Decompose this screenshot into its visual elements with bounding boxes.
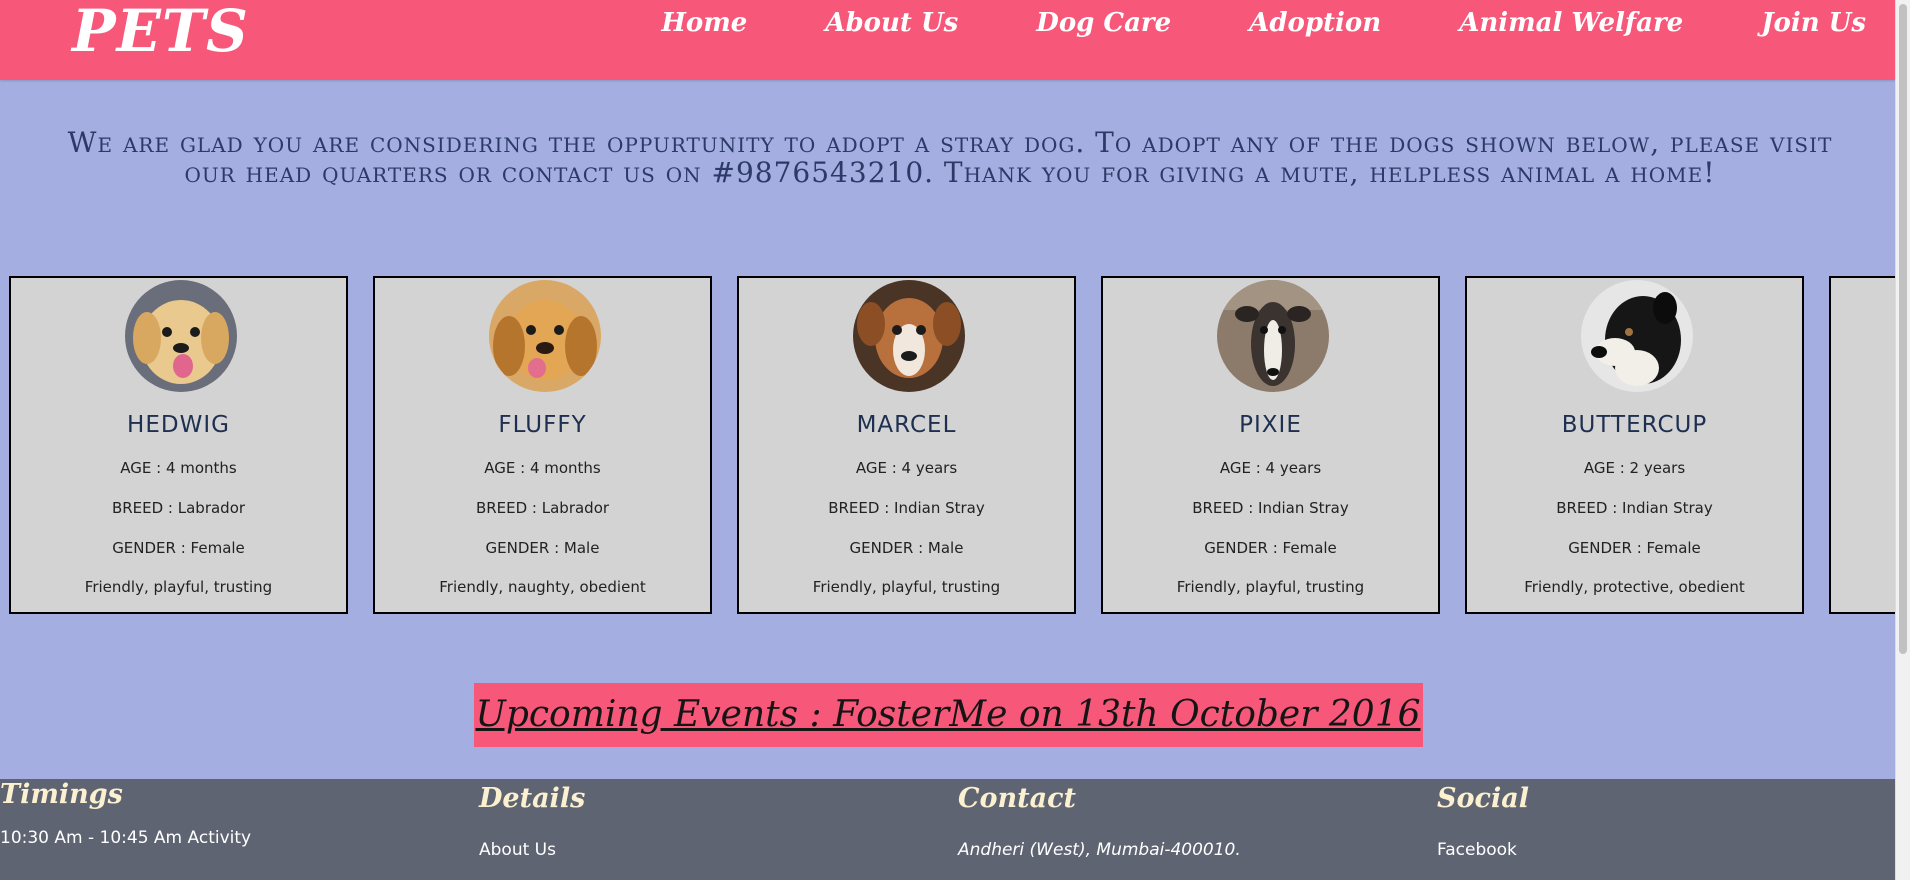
dog-breed: BREED : Labrador [475,499,610,517]
dog-breed: BREED : Indian Stray [1192,499,1349,517]
dog-card: BUTTERCUP AGE : 2 years BREED : Indian S… [1465,276,1804,614]
dog-age: AGE : 4 months [484,459,601,477]
dog-card-partial [1829,276,1896,614]
dog-gender: GENDER : Female [1568,539,1701,557]
dog-breed: BREED : Indian Stray [828,499,985,517]
top-navbar: PETS Home About Us Dog Care Adoption Ani… [0,0,1896,80]
dog-traits: Friendly, playful, trusting [1176,578,1365,596]
dog-photo [125,280,237,392]
footer-about-us-link[interactable]: About Us [479,840,585,860]
dog-name: HEDWIG [127,412,230,438]
dog-card: FLUFFY AGE : 4 months BREED : Labrador G… [373,276,712,614]
footer-timings: Timings 10:30 Am - 10:45 Am Activity [0,779,251,848]
footer: Timings 10:30 Am - 10:45 Am Activity Det… [0,779,1896,880]
dog-gender: GENDER : Female [1204,539,1337,557]
dog-breed: BREED : Indian Stray [1556,499,1713,517]
dog-gender: GENDER : Male [485,539,600,557]
dog-photo [1217,280,1329,392]
dog-card: MARCEL AGE : 4 years BREED : Indian Stra… [737,276,1076,614]
footer-contact-heading: Contact [958,783,1077,814]
dog-age: AGE : 4 years [1219,459,1322,477]
dog-name: MARCEL [856,412,957,438]
site-logo[interactable]: PETS [72,0,249,62]
dog-photo [1581,280,1693,392]
dog-age: AGE : 2 years [1583,459,1686,477]
footer-timings-item: 10:30 Am - 10:45 Am Activity [0,828,252,848]
dog-card: PIXIE AGE : 4 years BREED : Indian Stray… [1101,276,1440,614]
nav-animal-welfare[interactable]: Animal Welfare [1459,8,1683,38]
dog-age: AGE : 4 years [855,459,958,477]
footer-facebook-link[interactable]: Facebook [1437,840,1529,860]
dog-photo [489,280,601,392]
dog-gender: GENDER : Female [112,539,245,557]
dog-age: AGE : 4 months [120,459,237,477]
nav-about-us[interactable]: About Us [825,8,958,38]
dog-name: FLUFFY [498,412,587,438]
footer-timings-heading: Timings [0,779,123,810]
footer-details: Details About Us [479,779,585,860]
footer-social: Social Facebook [1437,779,1529,860]
nav-dog-care[interactable]: Dog Care [1036,8,1171,38]
footer-social-heading: Social [1437,783,1529,814]
vertical-scrollbar[interactable] [1895,0,1910,880]
dog-breed: BREED : Labrador [111,499,246,517]
dog-name: BUTTERCUP [1561,412,1708,438]
footer-address: Andheri (West), Mumbai-400010. [958,840,1241,860]
dog-name: PIXIE [1239,412,1302,438]
nav-links: Home About Us Dog Care Adoption Animal W… [583,8,1866,38]
dog-card: HEDWIG AGE : 4 months BREED : Labrador G… [9,276,348,614]
dog-traits: Friendly, playful, trusting [812,578,1001,596]
dog-traits: Friendly, naughty, obedient [439,578,646,596]
dog-photo [853,280,965,392]
footer-contact: Contact Andheri (West), Mumbai-400010. [958,779,1241,860]
dog-traits: Friendly, protective, obedient [1524,578,1745,596]
events-section: Upcoming Events : FosterMe on 13th Octob… [0,683,1896,747]
vertical-scrollbar-thumb[interactable] [1899,4,1907,654]
dog-traits: Friendly, playful, trusting [84,578,273,596]
upcoming-events-link[interactable]: Upcoming Events : FosterMe on 13th Octob… [473,683,1423,747]
nav-adoption[interactable]: Adoption [1249,8,1381,38]
dog-cards-row: HEDWIG AGE : 4 months BREED : Labrador G… [9,276,1896,618]
adoption-intro-text: We are glad you are considering the oppu… [67,126,1833,189]
footer-details-heading: Details [479,783,586,814]
nav-join-us[interactable]: Join Us [1761,8,1866,38]
nav-home[interactable]: Home [661,8,747,38]
dog-gender: GENDER : Male [849,539,964,557]
